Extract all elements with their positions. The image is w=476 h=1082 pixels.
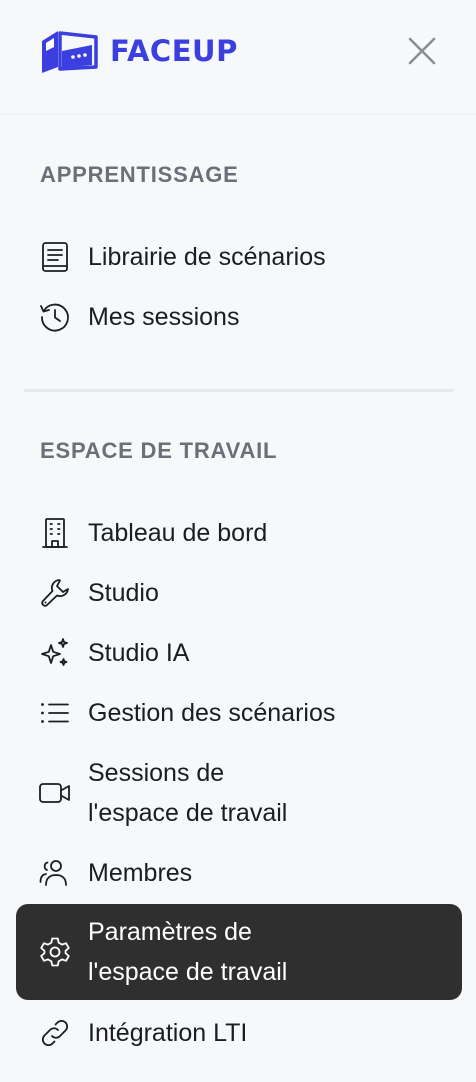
faceup-logo-icon	[42, 31, 98, 73]
nav-item-members[interactable]: Membres	[16, 852, 462, 894]
nav-item-label: Mes sessions	[88, 303, 240, 331]
nav-item-label: Studio IA	[88, 639, 190, 667]
nav-item-scenario-management[interactable]: Gestion des scénarios	[16, 692, 462, 734]
users-icon	[38, 856, 72, 890]
nav-item-label-line1: Paramètres de	[88, 918, 252, 946]
nav-item-label: Membres	[88, 859, 193, 887]
building-icon	[38, 516, 72, 550]
close-icon	[408, 37, 436, 65]
link-icon	[38, 1016, 72, 1050]
book-icon	[38, 240, 72, 274]
nav-item-studio-ia[interactable]: Studio IA	[16, 632, 462, 674]
nav-item-workspace-settings[interactable]: Paramètres de l'espace de travail	[16, 904, 462, 1000]
nav-item-studio[interactable]: Studio	[16, 572, 462, 614]
section-title-learning: APPRENTISSAGE	[40, 162, 239, 187]
nav-item-scenario-library[interactable]: Librairie de scénarios	[16, 236, 462, 278]
nav-item-label: Gestion des scénarios	[88, 699, 336, 727]
nav-item-label-line2: l'espace de travail	[88, 799, 288, 827]
nav-item-dashboard[interactable]: Tableau de bord	[16, 512, 462, 554]
section-title-workspace: ESPACE DE TRAVAIL	[40, 438, 278, 463]
nav-item-lti-integration[interactable]: Intégration LTI	[16, 1012, 462, 1054]
brand-name: FACEUP	[110, 34, 238, 68]
nav-item-label: Studio	[88, 579, 159, 607]
nav-item-label: Tableau de bord	[88, 519, 268, 547]
nav-item-label-line2: l'espace de travail	[88, 958, 288, 986]
wrench-icon	[38, 576, 72, 610]
close-button[interactable]	[402, 31, 442, 71]
nav-item-label: Intégration LTI	[88, 1019, 248, 1047]
nav-item-label: Sessions de l'espace de travail	[88, 753, 287, 833]
nav-item-workspace-sessions[interactable]: Sessions de l'espace de travail	[16, 752, 462, 834]
gear-icon	[38, 935, 72, 969]
faceup-logo[interactable]: FACEUP	[40, 27, 238, 75]
section-divider	[24, 389, 454, 392]
nav-item-label: Paramètres de l'espace de travail	[88, 912, 287, 992]
nav-item-label: Librairie de scénarios	[88, 243, 326, 271]
nav-item-my-sessions[interactable]: Mes sessions	[16, 296, 462, 338]
nav-item-label-line1: Sessions de	[88, 759, 225, 787]
sparkles-icon	[38, 636, 72, 670]
sidebar-header: FACEUP	[0, 0, 476, 115]
video-camera-icon	[38, 776, 72, 810]
history-icon	[38, 300, 72, 334]
list-icon	[38, 696, 72, 730]
